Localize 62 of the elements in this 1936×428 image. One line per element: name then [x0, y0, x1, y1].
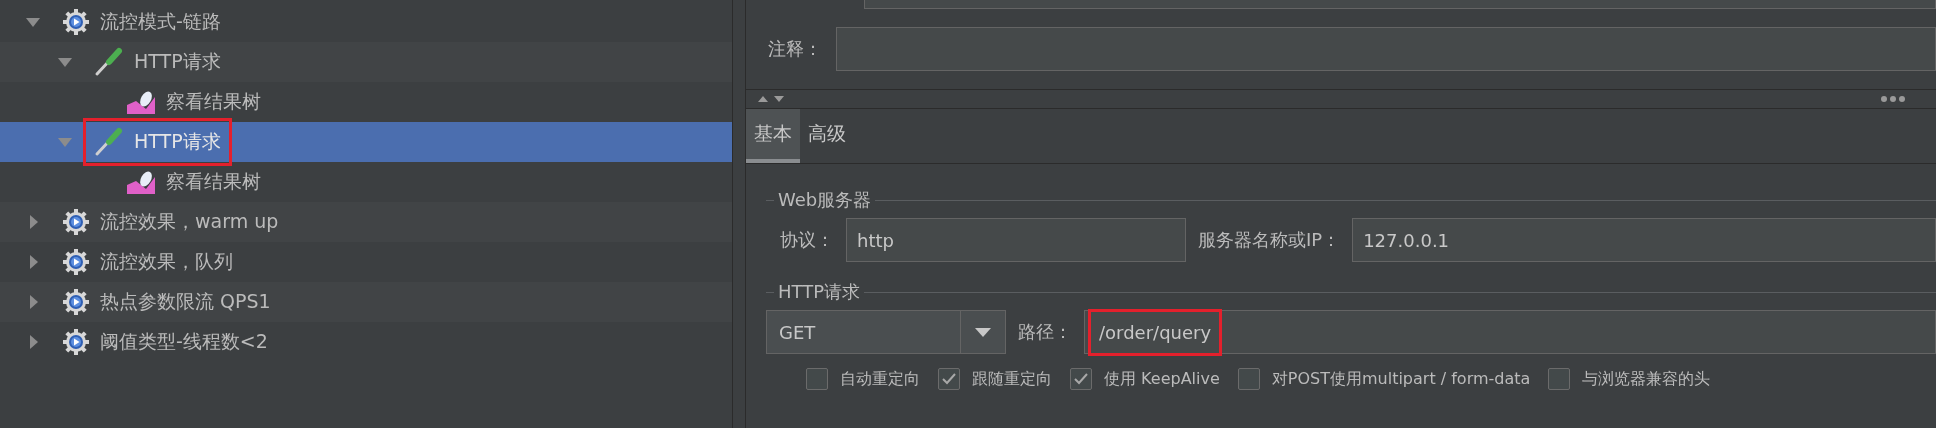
tree-item-label: 阈值类型-线程数<2: [100, 329, 268, 354]
tree-item-label: HTTP请求: [134, 49, 221, 74]
tree-item-label: 察看结果树: [166, 169, 261, 194]
checkbox[interactable]: [938, 368, 960, 390]
pipette-icon: [94, 127, 124, 157]
group-title: HTTP请求: [778, 280, 861, 304]
expand-arrow-icon[interactable]: [58, 57, 72, 67]
tree-item[interactable]: 流控效果，warm up: [0, 202, 732, 242]
check-icon: [1074, 373, 1088, 385]
expand-arrow-icon[interactable]: [30, 215, 38, 229]
checkbox-label: 跟随重定向: [972, 368, 1052, 390]
check-icon: [942, 373, 956, 385]
text-field[interactable]: [864, 0, 1936, 9]
server-field[interactable]: 127.0.0.1: [1352, 218, 1936, 262]
gear-icon: [62, 248, 90, 276]
server-label: 服务器名称或IP：: [1198, 228, 1341, 252]
tree-item[interactable]: 察看结果树: [0, 82, 732, 122]
path-label: 路径：: [1018, 320, 1072, 344]
method-dropdown[interactable]: GET: [766, 310, 1006, 354]
checkbox-label: 与浏览器兼容的头: [1582, 368, 1711, 390]
tree-item-label: HTTP请求: [134, 129, 221, 154]
tree-item[interactable]: 流控模式-链路: [0, 2, 732, 42]
chart-icon: [126, 169, 156, 195]
tree-item-label: 流控模式-链路: [100, 9, 221, 34]
tab[interactable]: 高级: [800, 109, 854, 163]
group-title: Web服务器: [778, 188, 872, 212]
checkbox[interactable]: [806, 368, 828, 390]
expand-arrow-icon[interactable]: [30, 335, 38, 349]
tree-item[interactable]: 阈值类型-线程数<2: [0, 322, 732, 362]
comment-label: 注释：: [768, 37, 822, 61]
tree-item[interactable]: 流控效果，队列: [0, 242, 732, 282]
tab[interactable]: 基本: [746, 109, 800, 163]
expand-arrow-icon[interactable]: [26, 17, 40, 27]
tree-item-label: 流控效果，队列: [100, 249, 233, 274]
protocol-field[interactable]: http: [846, 218, 1186, 262]
checkbox-label: 使用 KeepAlive: [1104, 368, 1220, 390]
comment-field[interactable]: [836, 27, 1936, 71]
gear-icon: [62, 288, 90, 316]
tree-item-label: 热点参数限流 QPS1: [100, 289, 271, 314]
tree-item-label: 流控效果，warm up: [100, 209, 279, 234]
tree-item[interactable]: HTTP请求: [0, 42, 732, 82]
tree-item-label: 察看结果树: [166, 89, 261, 114]
protocol-label: 协议：: [780, 228, 834, 252]
checkbox-label: 对POST使用multipart / form-data: [1271, 368, 1531, 390]
collapse-arrows-icon[interactable]: [756, 94, 786, 104]
caret-icon: [975, 327, 991, 337]
gear-icon: [62, 208, 90, 236]
tree-item[interactable]: 察看结果树: [0, 162, 732, 202]
pipette-icon: [94, 47, 124, 77]
chart-icon: [126, 89, 156, 115]
gear-icon: [62, 328, 90, 356]
expand-arrow-icon[interactable]: [30, 255, 38, 269]
path-field[interactable]: /order/query: [1084, 310, 1936, 354]
checkbox[interactable]: [1070, 368, 1092, 390]
checkbox[interactable]: [1548, 368, 1571, 390]
checkbox-label: 自动重定向: [840, 368, 920, 390]
expand-arrow-icon[interactable]: [30, 295, 38, 309]
tree-item[interactable]: 热点参数限流 QPS1: [0, 282, 732, 322]
gear-icon: [62, 8, 90, 36]
checkbox[interactable]: [1237, 368, 1260, 390]
highlight-frame: /order/query: [1091, 311, 1220, 353]
more-icon[interactable]: [1880, 95, 1906, 103]
